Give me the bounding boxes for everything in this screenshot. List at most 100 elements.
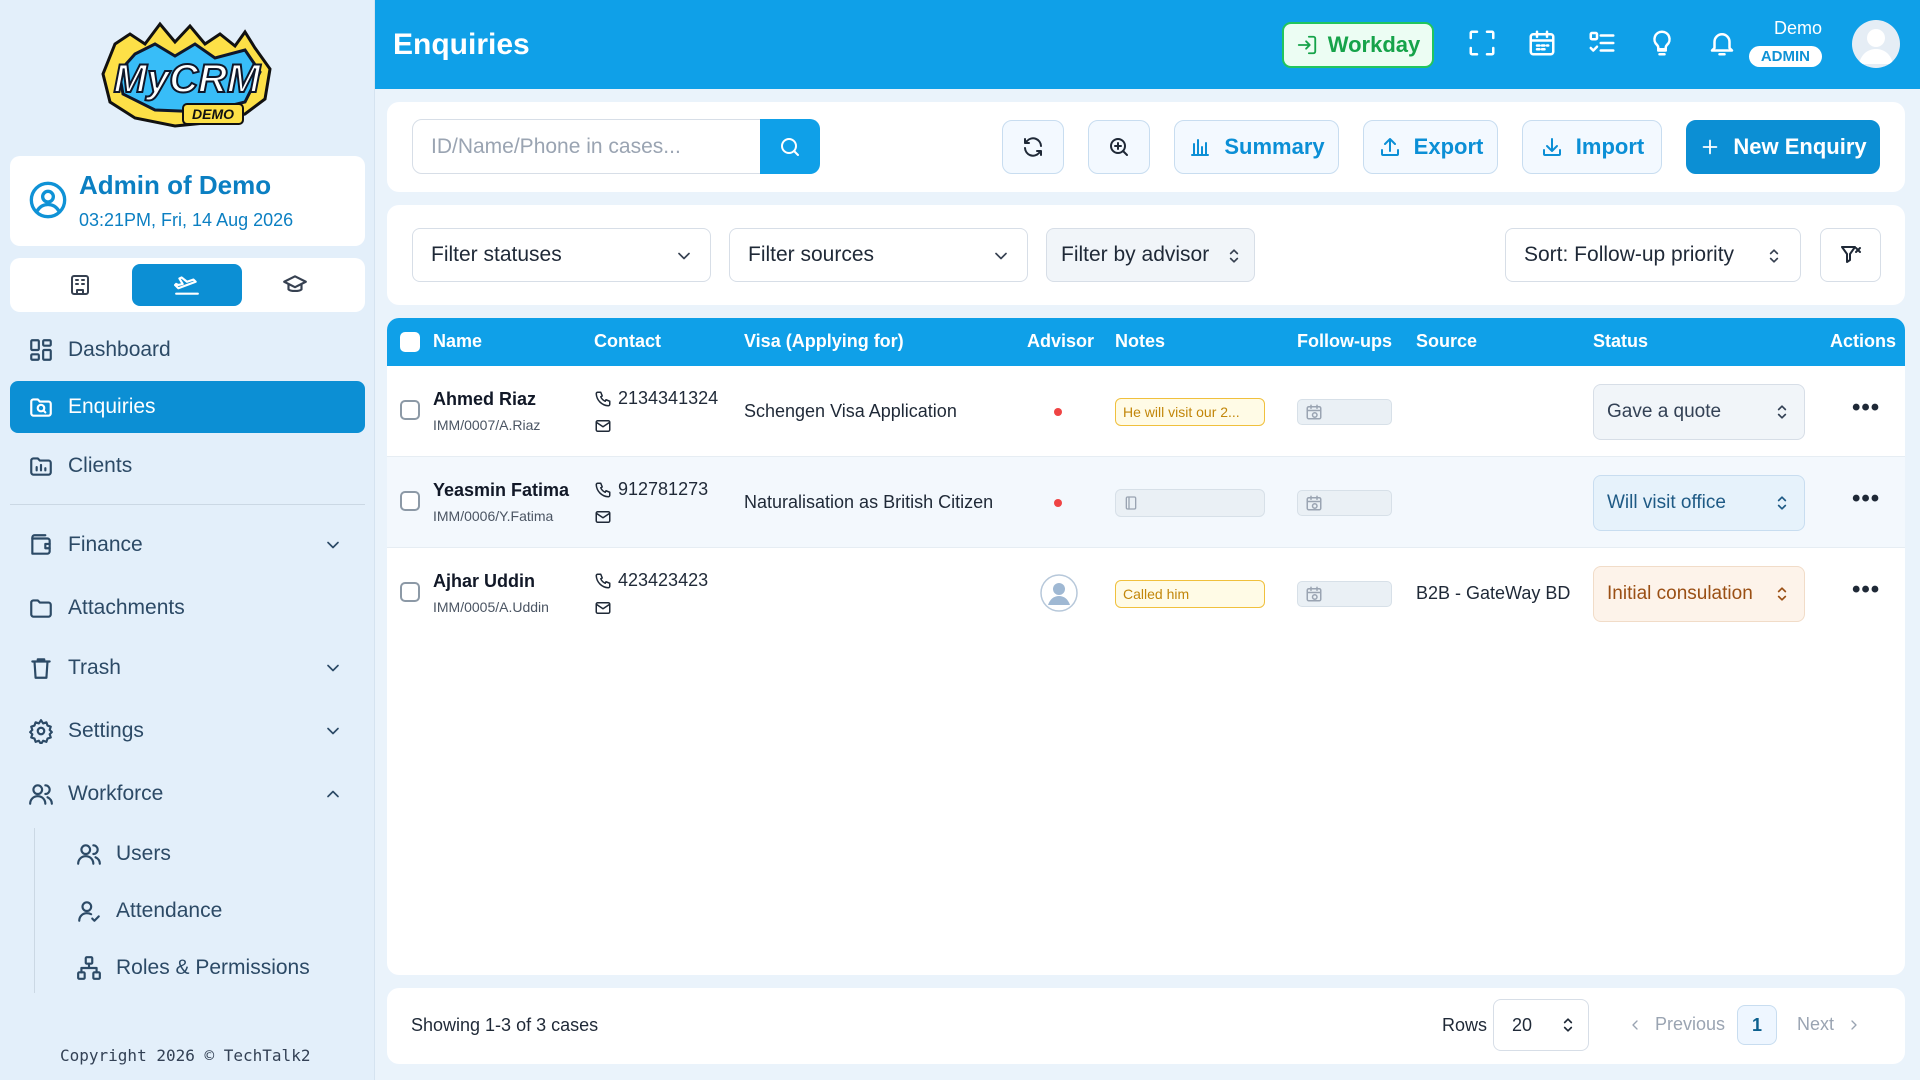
export-button[interactable]: Export — [1363, 120, 1498, 174]
row-name[interactable]: Ahmed Riaz — [433, 389, 536, 410]
search-input[interactable] — [412, 119, 762, 174]
status-select[interactable]: Gave a quote — [1593, 384, 1805, 440]
mail-icon[interactable] — [594, 417, 612, 435]
refresh-button[interactable] — [1002, 120, 1064, 174]
graduation-cap-icon — [282, 272, 308, 298]
row-phone[interactable]: 423423423 — [594, 570, 708, 591]
followup-calendar-icon[interactable] — [1297, 581, 1392, 607]
clear-filters-button[interactable] — [1820, 228, 1881, 282]
profile-name: Admin of Demo — [79, 170, 272, 200]
mode-graduation-button[interactable] — [240, 264, 350, 306]
row-name[interactable]: Yeasmin Fatima — [433, 480, 569, 501]
filter-statuses-select[interactable]: Filter statuses — [412, 228, 711, 282]
row-checkbox[interactable] — [400, 491, 420, 511]
mycrm-logo[interactable]: MyCRM DEMO — [95, 14, 280, 140]
updown-icon — [1772, 493, 1792, 513]
previous-button[interactable]: Previous — [1627, 1014, 1725, 1035]
sidebar-item-label: Attachments — [68, 596, 185, 619]
row-checkbox[interactable] — [400, 400, 420, 420]
col-followups: Follow-ups — [1297, 331, 1392, 351]
search-icon — [778, 135, 802, 159]
mode-plane-button[interactable] — [132, 264, 242, 306]
row-name[interactable]: Ajhar Uddin — [433, 571, 535, 592]
updown-icon — [1772, 584, 1792, 604]
sort-label: Sort: Follow-up priority — [1524, 243, 1735, 266]
mode-building-button[interactable] — [25, 264, 135, 306]
row-phone[interactable]: 2134341324 — [594, 388, 718, 409]
zoom-button[interactable] — [1088, 120, 1150, 174]
status-select[interactable]: Initial consulation — [1593, 566, 1805, 622]
sidebar-item-users[interactable]: Users — [60, 830, 360, 878]
table-row[interactable]: Ahmed Riaz IMM/0007/A.Riaz 2134341324 Sc… — [387, 366, 1905, 457]
mail-icon[interactable] — [594, 508, 612, 526]
followup-calendar-icon[interactable] — [1297, 490, 1392, 516]
status-select[interactable]: Will visit office — [1593, 475, 1805, 531]
dashboard-icon — [28, 337, 54, 363]
sidebar: MyCRM DEMO Admin of Demo 03:21PM, Fri, 1… — [0, 0, 375, 1080]
clients-icon — [28, 453, 54, 479]
sidebar-item-clients[interactable]: Clients — [10, 440, 365, 492]
sidebar-item-label: Enquiries — [68, 395, 156, 418]
status-label: Initial consulation — [1607, 583, 1753, 604]
user-menu[interactable]: Demo ADMIN — [1740, 16, 1900, 72]
filter-sources-select[interactable]: Filter sources — [729, 228, 1028, 282]
sidebar-item-enquiries[interactable]: Enquiries — [10, 381, 365, 433]
table-row[interactable]: Ajhar Uddin IMM/0005/A.Uddin 423423423 C… — [387, 548, 1905, 639]
import-button[interactable]: Import — [1522, 120, 1662, 174]
phone-icon — [594, 390, 612, 408]
next-button[interactable]: Next — [1797, 1014, 1862, 1035]
new-enquiry-button[interactable]: New Enquiry — [1686, 120, 1880, 174]
rows-per-page-select[interactable]: 20 — [1493, 999, 1589, 1051]
advisor-avatar[interactable] — [1040, 574, 1078, 612]
page-1-button[interactable]: 1 — [1737, 1005, 1777, 1045]
row-phone[interactable]: 912781273 — [594, 479, 708, 500]
more-actions-icon[interactable]: ••• — [1852, 394, 1880, 422]
svg-text:MyCRM: MyCRM — [114, 57, 262, 101]
summary-button[interactable]: Summary — [1174, 120, 1339, 174]
select-all-checkbox[interactable] — [400, 332, 420, 352]
updown-icon — [1772, 402, 1792, 422]
sidebar-item-workforce[interactable]: Workforce — [10, 768, 365, 820]
sort-select[interactable]: Sort: Follow-up priority — [1505, 228, 1801, 282]
col-name[interactable]: Name — [433, 331, 482, 352]
row-checkbox[interactable] — [400, 582, 420, 602]
checklist-icon[interactable] — [1587, 28, 1617, 58]
updown-icon — [1764, 246, 1784, 266]
sidebar-item-finance[interactable]: Finance — [10, 519, 365, 571]
new-enquiry-label: New Enquiry — [1733, 134, 1867, 159]
row-source: B2B - GateWay BD — [1416, 583, 1571, 603]
search-button[interactable] — [760, 119, 820, 174]
trash-icon — [28, 655, 54, 681]
sidebar-item-settings[interactable]: Settings — [10, 705, 365, 757]
bell-icon[interactable] — [1707, 28, 1737, 58]
download-icon — [1540, 135, 1564, 159]
more-actions-icon[interactable]: ••• — [1852, 576, 1880, 604]
sidebar-item-dashboard[interactable]: Dashboard — [10, 324, 365, 376]
row-note[interactable]: Called him — [1115, 580, 1265, 608]
sidebar-item-trash[interactable]: Trash — [10, 642, 365, 694]
sidebar-item-attendance[interactable]: Attendance — [60, 887, 360, 935]
table-row[interactable]: Yeasmin Fatima IMM/0006/Y.Fatima 9127812… — [387, 457, 1905, 548]
workday-button[interactable]: Workday — [1282, 22, 1434, 68]
col-status: Status — [1593, 331, 1649, 351]
export-label: Export — [1413, 134, 1484, 159]
wallet-icon — [28, 532, 54, 558]
followup-calendar-icon[interactable] — [1297, 399, 1392, 425]
lightbulb-icon[interactable] — [1647, 28, 1677, 58]
profile-datetime: 03:21PM, Fri, 14 Aug 2026 — [79, 210, 294, 230]
filter-advisor-select[interactable]: Filter by advisor — [1046, 228, 1255, 282]
sidebar-item-roles-permissions[interactable]: Roles & Permissions — [60, 944, 360, 992]
more-actions-icon[interactable]: ••• — [1852, 485, 1880, 513]
calendar-icon[interactable] — [1527, 28, 1557, 58]
sidebar-item-attachments[interactable]: Attachments — [10, 582, 365, 634]
row-note[interactable]: He will visit our 2... — [1115, 398, 1265, 426]
fullscreen-icon[interactable] — [1467, 28, 1497, 58]
chevron-left-icon — [1627, 1017, 1643, 1033]
sidebar-sub-label: Attendance — [116, 899, 223, 922]
note-empty-icon[interactable] — [1115, 489, 1265, 517]
mail-icon[interactable] — [594, 599, 612, 617]
avatar[interactable] — [1852, 20, 1900, 68]
profile-card[interactable]: Admin of Demo 03:21PM, Fri, 14 Aug 2026 — [10, 156, 365, 246]
svg-text:DEMO: DEMO — [192, 106, 234, 122]
login-icon — [1296, 34, 1318, 56]
